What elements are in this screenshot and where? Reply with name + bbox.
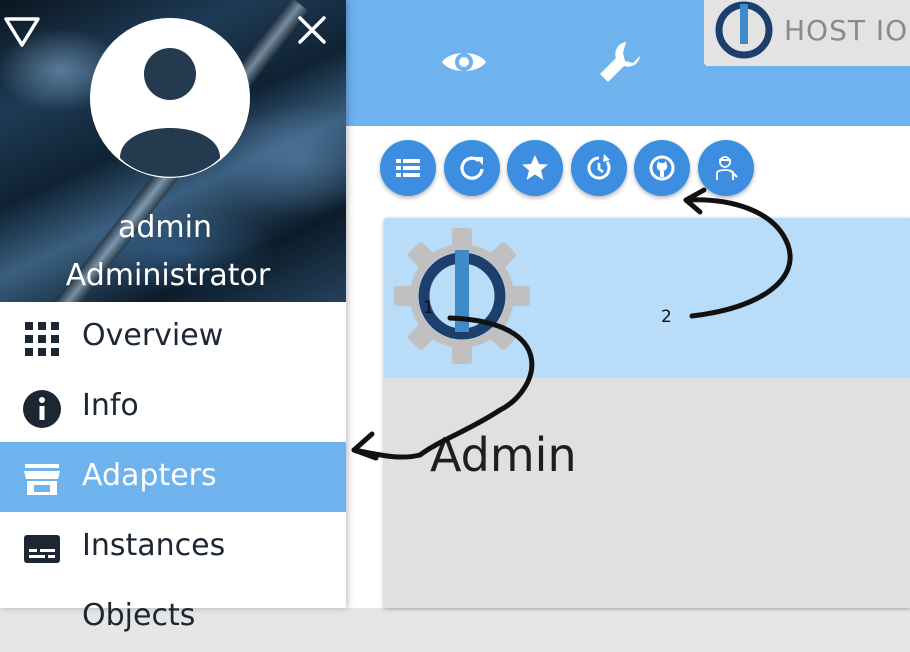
- navigation-drawer: admin Administrator Overview Info Adapte…: [0, 0, 346, 633]
- sidebar-item-instances[interactable]: Instances: [0, 512, 346, 582]
- sidebar-item-label: Overview: [82, 318, 224, 353]
- user-avatar-icon: [90, 18, 250, 178]
- host-selector[interactable]: HOST IOB: [704, 0, 910, 66]
- objects-icon: [22, 599, 62, 639]
- annotation-label-2: 2: [661, 307, 672, 327]
- user-name: admin: [118, 210, 212, 245]
- refresh-button[interactable]: [444, 140, 500, 196]
- iobroker-logo-icon: [714, 0, 774, 64]
- wrench-icon[interactable]: [596, 38, 644, 86]
- sidebar-item-objects[interactable]: Objects: [0, 582, 346, 652]
- info-icon: [22, 389, 62, 429]
- drawer-header: admin Administrator: [0, 0, 346, 302]
- instances-icon: [22, 529, 62, 569]
- menu-toggle-icon[interactable]: [4, 16, 40, 52]
- grid-icon: [22, 319, 62, 359]
- admin-adapter-gear-icon: [392, 226, 532, 370]
- refresh-icon: [460, 156, 484, 180]
- sidebar-item-info[interactable]: Info: [0, 372, 346, 442]
- sidebar-item-label: Instances: [82, 528, 226, 563]
- github-install-button[interactable]: [634, 140, 690, 196]
- history-icon: [587, 154, 611, 180]
- expert-icon: [716, 156, 738, 180]
- user-role: Administrator: [65, 258, 271, 293]
- annotation-label-1: 1: [423, 298, 434, 318]
- adapter-card-header: [384, 218, 910, 378]
- sidebar-item-label: Adapters: [82, 458, 217, 493]
- list-icon: [396, 159, 420, 177]
- sidebar-item-overview[interactable]: Overview: [0, 302, 346, 372]
- favorites-button[interactable]: [507, 140, 563, 196]
- list-view-button[interactable]: [380, 140, 436, 196]
- store-icon: [22, 459, 62, 499]
- update-history-button[interactable]: [571, 140, 627, 196]
- host-label: HOST IOB: [784, 14, 910, 47]
- avatar: [90, 18, 250, 178]
- github-icon: [649, 155, 675, 181]
- adapter-title: Admin: [430, 428, 577, 482]
- eye-icon[interactable]: [440, 38, 488, 86]
- adapter-card: Admin: [384, 218, 910, 608]
- sidebar-item-label: Objects: [82, 598, 196, 633]
- close-icon[interactable]: [296, 14, 328, 50]
- expert-mode-button[interactable]: [698, 140, 754, 196]
- sidebar-item-adapters[interactable]: Adapters: [0, 442, 346, 512]
- star-icon: [522, 155, 548, 180]
- sidebar-item-label: Info: [82, 388, 139, 423]
